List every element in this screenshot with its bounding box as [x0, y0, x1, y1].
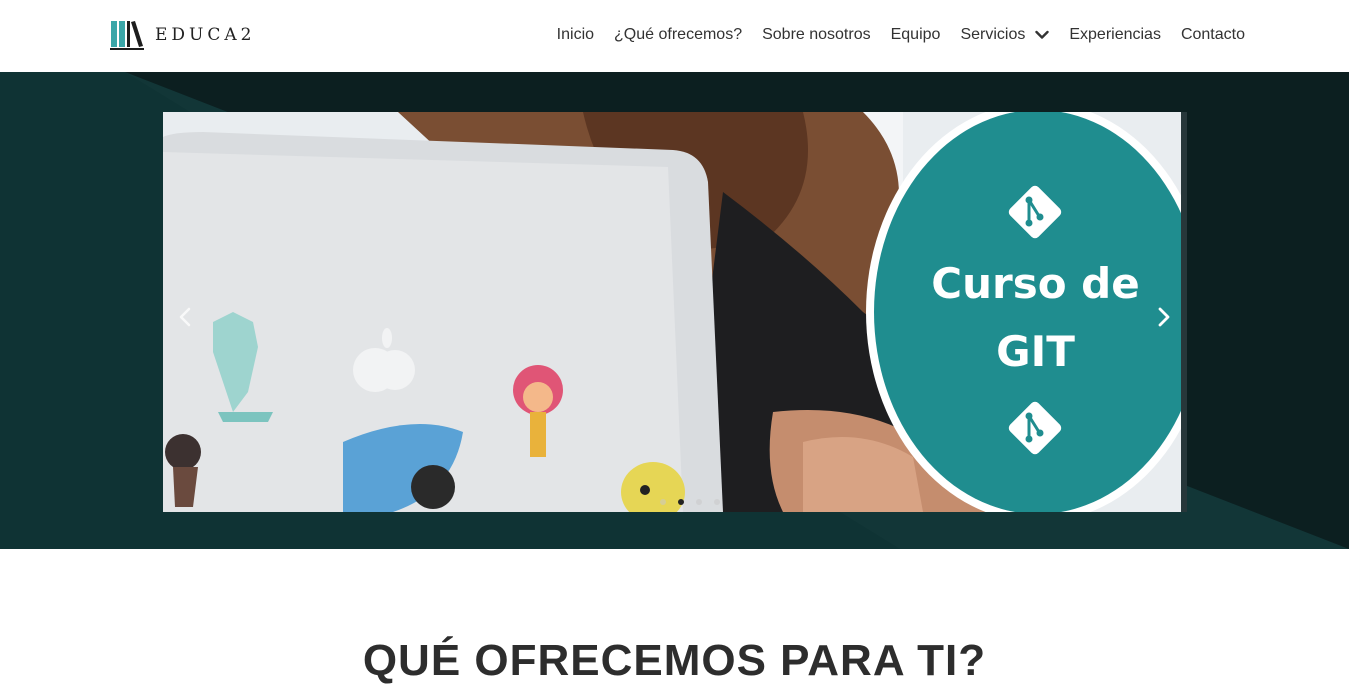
- chevron-down-icon[interactable]: [1035, 30, 1050, 40]
- carousel-dot-3[interactable]: [696, 499, 702, 505]
- chevron-right-icon[interactable]: [1149, 302, 1179, 332]
- brand-name: EDUCA2: [155, 25, 256, 45]
- section-title: QUÉ OFRECEMOS PARA TI?: [362, 636, 987, 685]
- nav-item-inicio[interactable]: Inicio: [557, 26, 594, 44]
- nav-item-equipo[interactable]: Equipo: [891, 26, 941, 44]
- carousel-dot-2[interactable]: [678, 499, 684, 505]
- nav-item-sobre-nosotros[interactable]: Sobre nosotros: [762, 26, 871, 44]
- nav-item-servicios-label: Servicios: [960, 26, 1026, 43]
- books-logo-icon: [110, 21, 144, 50]
- slide-title-line1: Curso de: [931, 259, 1140, 308]
- carousel-indicators: [660, 499, 732, 505]
- brand-logo[interactable]: EDUCA2: [110, 19, 255, 51]
- slide-title-line2: GIT: [996, 327, 1075, 376]
- carousel-dot-1[interactable]: [660, 499, 666, 505]
- hero-banner: Curso de GIT: [0, 72, 1349, 549]
- nav-item-que-ofrecemos[interactable]: ¿Qué ofrecemos?: [614, 26, 742, 44]
- nav-item-servicios[interactable]: Servicios: [960, 26, 1050, 44]
- nav-item-contacto[interactable]: Contacto: [1181, 26, 1245, 44]
- carousel-slide[interactable]: Curso de GIT: [163, 112, 1187, 512]
- nav-item-experiencias[interactable]: Experiencias: [1069, 26, 1161, 44]
- carousel-dot-4[interactable]: [714, 499, 720, 505]
- slide-title: Curso de GIT: [918, 250, 1153, 386]
- site-header: EDUCA2 Inicio ¿Qué ofrecemos? Sobre noso…: [0, 0, 1349, 72]
- chevron-left-icon[interactable]: [171, 302, 201, 332]
- main-nav: Inicio ¿Qué ofrecemos? Sobre nosotros Eq…: [557, 26, 1245, 44]
